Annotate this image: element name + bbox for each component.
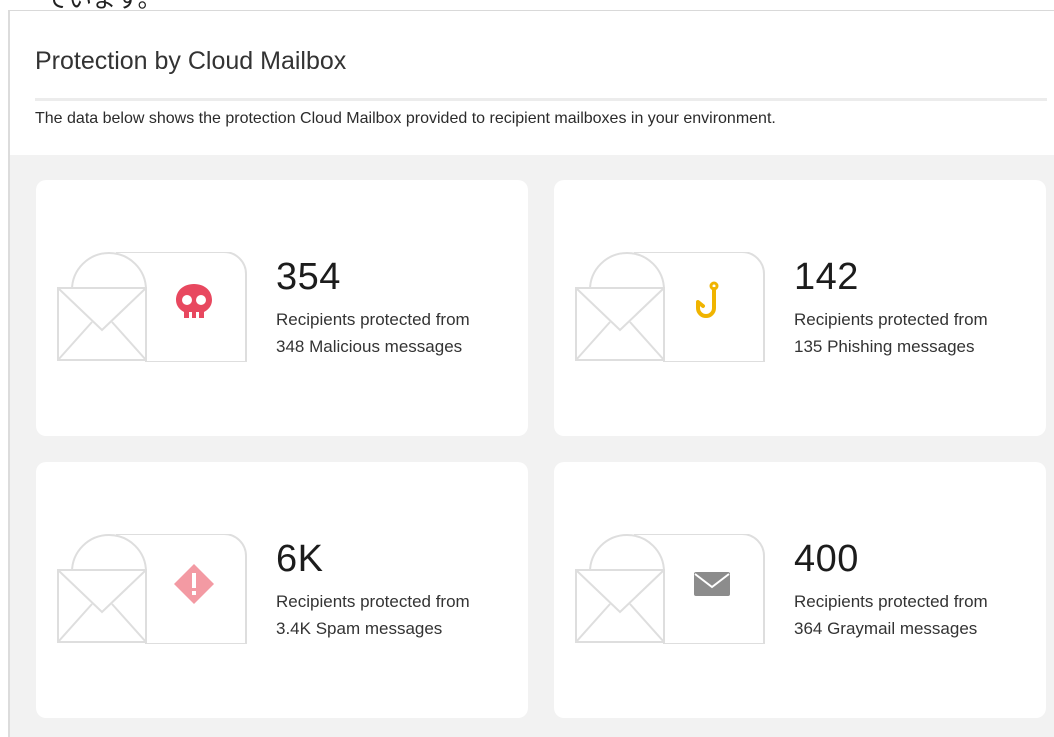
recipient-count: 354: [276, 256, 341, 298]
mailbox-illustration-icon: [574, 252, 770, 362]
message-summary: 135 Phishing messages: [794, 337, 975, 356]
panel-title: Protection by Cloud Mailbox: [35, 47, 347, 75]
message-summary: 364 Graymail messages: [794, 619, 978, 638]
panel-description: The data below shows the protection Clou…: [35, 110, 776, 127]
recipient-count: 6K: [276, 538, 324, 580]
mailbox-illustration-icon: [56, 252, 252, 362]
mailbox-illustration-icon: [574, 534, 770, 644]
recipient-count: 142: [794, 256, 859, 298]
message-summary: 348 Malicious messages: [276, 337, 463, 356]
message-summary: 3.4K Spam messages: [276, 619, 443, 638]
card-caption: Recipients protected from: [794, 310, 988, 329]
graymail-card: 400 Recipients protected from 364 Grayma…: [554, 462, 1046, 718]
card-caption: Recipients protected from: [276, 592, 470, 611]
phishing-card: 142 Recipients protected from 135 Phishi…: [554, 180, 1046, 436]
header-divider: [35, 98, 1047, 101]
recipient-count: 400: [794, 538, 859, 580]
fishhook-icon: [690, 280, 734, 324]
stats-grid: 354 Recipients protected from 348 Malici…: [10, 155, 1054, 737]
malicious-card: 354 Recipients protected from 348 Malici…: [36, 180, 528, 436]
protection-panel: Protection by Cloud Mailbox The data bel…: [8, 10, 1054, 737]
page-caption: ています。: [44, 0, 162, 10]
card-caption: Recipients protected from: [276, 310, 470, 329]
skull-icon: [172, 280, 216, 324]
card-caption: Recipients protected from: [794, 592, 988, 611]
panel-header: Protection by Cloud Mailbox The data bel…: [10, 11, 1054, 155]
spam-card: 6K Recipients protected from 3.4K Spam m…: [36, 462, 528, 718]
envelope-icon: [690, 562, 734, 606]
mailbox-illustration-icon: [56, 534, 252, 644]
warning-diamond-icon: [172, 562, 216, 606]
